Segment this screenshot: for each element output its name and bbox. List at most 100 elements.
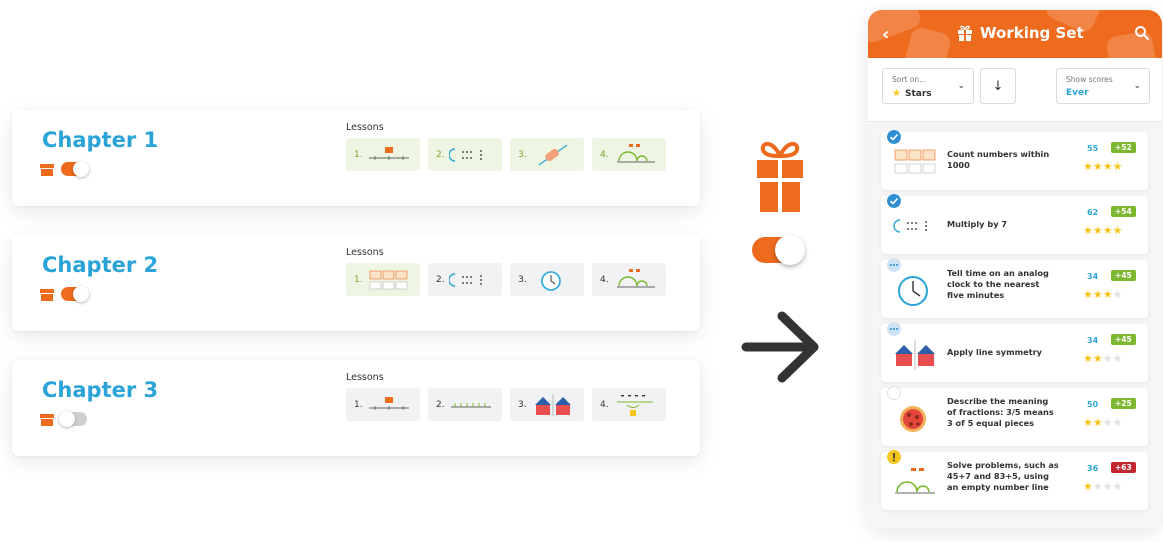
working-set-toggle[interactable] (752, 235, 805, 265)
header-title-group: Working Set (958, 24, 1084, 42)
score-value: 55 (1087, 144, 1099, 153)
lesson-number: 3. (518, 149, 527, 160)
list-item[interactable]: Count numbers within 1000 55 +52 ★★★★ (881, 130, 1148, 190)
lessons-label: Lessons (346, 372, 384, 383)
in-progress-badge-icon (887, 258, 901, 272)
chapter-controls (40, 285, 89, 302)
chapter-title: Chapter 2 (42, 253, 159, 277)
sort-direction-button[interactable]: ↓ (980, 68, 1016, 104)
clock-icon (540, 270, 561, 291)
list-item[interactable]: Multiply by 7 62 +54 ★★★★ (881, 194, 1148, 254)
lesson-tile[interactable]: 4. (592, 263, 666, 296)
lesson-tile[interactable]: 4. (592, 388, 666, 421)
list-item[interactable]: Tell time on an analog clock to the near… (881, 258, 1148, 318)
score-value: 34 (1087, 336, 1099, 345)
score-value: 34 (1087, 272, 1099, 281)
chevron-down-icon: ⌄ (1133, 81, 1141, 91)
lesson-tile[interactable]: 3. (510, 138, 584, 171)
star-rating: ★★★★ (1083, 288, 1123, 301)
phone-working-set: ‹ Working Set Sort on... ★ Stars ⌄ ↓ Sho… (868, 10, 1162, 528)
number-blocks-icon (894, 149, 936, 174)
gift-icon (757, 142, 803, 212)
chapter-controls (40, 160, 89, 177)
star-rating: ★★★★ (1083, 224, 1123, 237)
lessons-label: Lessons (346, 122, 384, 133)
scores-label: Show scores (1066, 75, 1113, 84)
lesson-tile[interactable]: 3. (510, 388, 584, 421)
score-delta-badge: +25 (1111, 398, 1136, 409)
score-value: 62 (1087, 208, 1099, 217)
in-progress-badge-icon (887, 322, 901, 336)
house-symmetry-icon (534, 393, 571, 416)
ticks-line-icon (450, 402, 491, 407)
lesson-tile[interactable]: 2. (428, 388, 502, 421)
sort-dropdown[interactable]: Sort on... ★ Stars ⌄ (882, 68, 974, 104)
score-delta-badge: +45 (1111, 270, 1136, 281)
fraction-line-icon (616, 394, 653, 416)
score-value: 36 (1087, 464, 1099, 473)
lesson-number: 2. (436, 149, 445, 160)
back-chevron-icon[interactable]: ‹ (882, 24, 889, 45)
gift-icon (958, 25, 972, 41)
lesson-number: 4. (600, 149, 609, 160)
chapter-card-3: Chapter 3 Lessons 1. 2. 3. 4. (12, 360, 700, 456)
star-icon: ★ (892, 88, 901, 99)
lesson-number: 3. (518, 399, 527, 410)
lesson-number: 1. (354, 274, 363, 285)
scores-dropdown[interactable]: Show scores Ever ⌄ (1056, 68, 1150, 104)
gift-icon (40, 411, 54, 426)
lesson-number: 2. (436, 274, 445, 285)
gift-icon (40, 161, 54, 176)
lesson-title: Solve problems, such as 45+7 and 83+5, u… (947, 460, 1059, 492)
chapter-card-2: Chapter 2 Lessons 1. 2. 3. 4. (12, 235, 700, 331)
chapter-controls (40, 410, 87, 427)
sort-value: ★ Stars (892, 88, 932, 99)
list-item[interactable]: Solve problems, such as 45+7 and 83+5, u… (881, 450, 1148, 510)
lessons-label: Lessons (346, 247, 384, 258)
search-icon[interactable] (1134, 25, 1150, 41)
star-rating: ★★★★ (1083, 160, 1123, 173)
arrow-down-icon: ↓ (992, 78, 1004, 94)
number-line-icon (368, 396, 409, 410)
lesson-title: Apply line symmetry (947, 347, 1043, 357)
pizza-fraction-icon (900, 406, 926, 432)
chapter-toggle[interactable] (61, 160, 89, 177)
list-item[interactable]: Describe the meaning of fractions: 3/5 m… (881, 386, 1148, 446)
clock-icon (898, 276, 928, 306)
score-value: 50 (1087, 400, 1099, 409)
lesson-tile[interactable]: 1. (346, 263, 420, 296)
lesson-tile[interactable]: 3. (510, 263, 584, 296)
chapter-title: Chapter 3 (42, 378, 159, 402)
lesson-number: 1. (354, 399, 363, 410)
lesson-number: 4. (600, 399, 609, 410)
arrow-right-icon (741, 311, 819, 383)
gift-icon (40, 286, 54, 301)
score-delta-badge: +45 (1111, 334, 1136, 345)
warning-badge-icon (887, 450, 901, 464)
chapter-card-1: Chapter 1 Lessons 1. 2. 3. 4. (12, 110, 700, 206)
chapter-toggle[interactable] (61, 285, 89, 302)
house-symmetry-icon (895, 340, 935, 370)
lesson-tile[interactable]: 1. (346, 138, 420, 171)
stage: Chapter 1 Lessons 1. 2. 3. 4. Chapter 2 … (0, 0, 1163, 542)
star-rating: ★★★★ (1083, 352, 1123, 365)
sort-label: Sort on... (892, 75, 927, 84)
phone-header: ‹ Working Set (868, 10, 1162, 58)
chevron-down-icon: ⌄ (957, 81, 965, 91)
star-rating: ★★★★ (1083, 416, 1123, 429)
chapter-title: Chapter 1 (42, 128, 159, 152)
list-item[interactable]: Apply line symmetry 34 +45 ★★★★ (881, 322, 1148, 382)
jump-line-icon (616, 268, 655, 287)
empty-badge-icon (887, 386, 901, 400)
symmetry-icon (538, 144, 567, 165)
lesson-tile[interactable]: 1. (346, 388, 420, 421)
score-delta-badge: +54 (1111, 206, 1136, 217)
lesson-title: Count numbers within 1000 (947, 149, 1050, 170)
lesson-tile[interactable]: 4. (592, 138, 666, 171)
lesson-title: Describe the meaning of fractions: 3/5 m… (947, 396, 1054, 428)
lesson-tile[interactable]: 2. (428, 138, 502, 171)
number-blocks-icon (369, 270, 407, 289)
lesson-tile[interactable]: 2. (428, 263, 502, 296)
chapter-toggle[interactable] (59, 410, 87, 427)
sort-bar: Sort on... ★ Stars ⌄ ↓ Show scores Ever … (868, 58, 1162, 122)
